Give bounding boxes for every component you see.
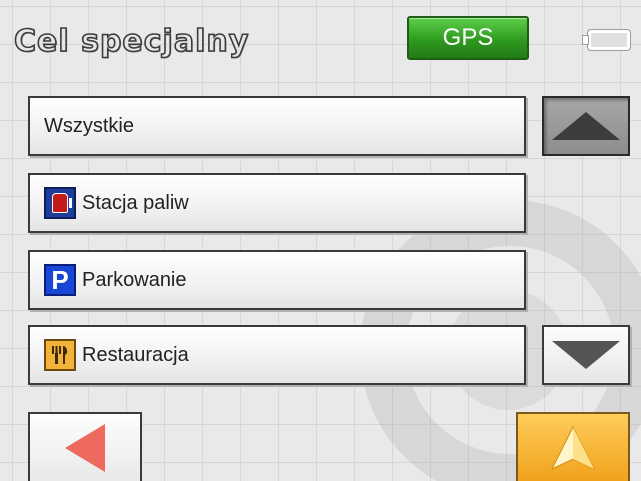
category-fuel-label: Stacja paliw xyxy=(82,191,189,214)
gps-status-badge[interactable]: GPS xyxy=(407,16,529,60)
arrow-left-icon xyxy=(65,423,105,472)
category-parking-button[interactable]: P Parkowanie xyxy=(28,250,526,310)
scroll-up-button[interactable] xyxy=(542,96,630,156)
navigate-button[interactable] xyxy=(516,412,630,481)
category-parking-label: Parkowanie xyxy=(82,268,187,291)
restaurant-icon xyxy=(44,339,76,371)
category-all-button[interactable]: Wszystkie xyxy=(28,96,526,156)
page-title: Cel specjalny xyxy=(13,23,250,60)
parking-icon: P xyxy=(44,264,76,296)
back-button[interactable] xyxy=(28,412,142,481)
category-all-label: Wszystkie xyxy=(44,114,134,137)
arrow-up-icon xyxy=(552,112,620,140)
category-fuel-button[interactable]: Stacja paliw xyxy=(28,173,526,233)
category-restaurant-button[interactable]: Restauracja xyxy=(28,325,526,385)
battery-icon xyxy=(583,30,630,50)
fuel-station-icon xyxy=(44,187,76,219)
scroll-down-button[interactable] xyxy=(542,325,630,385)
category-restaurant-label: Restauracja xyxy=(82,343,189,366)
arrow-down-icon xyxy=(552,341,620,369)
navigation-arrow-icon xyxy=(550,425,596,470)
